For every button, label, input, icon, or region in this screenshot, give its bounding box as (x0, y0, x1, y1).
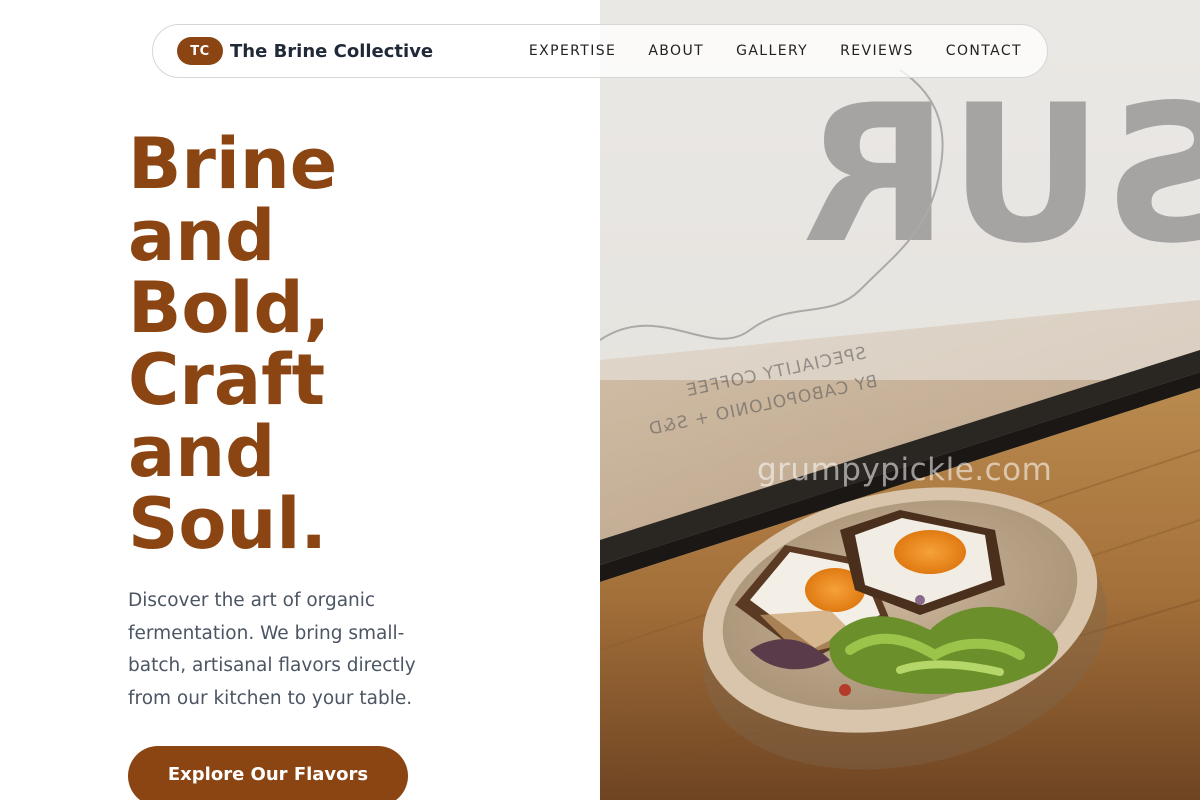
nav-link-about[interactable]: ABOUT (648, 43, 704, 59)
top-navbar: TC The Brine Collective EXPERTISE ABOUT … (152, 24, 1048, 78)
nav-link-reviews[interactable]: REVIEWS (840, 43, 914, 59)
brand-name: The Brine Collective (230, 40, 434, 62)
nav-links: EXPERTISE ABOUT GALLERY REVIEWS CONTACT (497, 43, 1022, 59)
hero-heading-line: Soul. (128, 483, 327, 565)
nav-link-contact[interactable]: CONTACT (946, 43, 1022, 59)
watermark-text: grumpypickle.com (757, 452, 1053, 488)
hero-heading-line: and (128, 411, 276, 493)
hero-heading-line: Bold, (128, 267, 331, 349)
nav-link-gallery[interactable]: GALLERY (736, 43, 808, 59)
hero-heading-line: and (128, 195, 276, 277)
svg-text:SUR: SUR (803, 64, 1200, 285)
hero-image: SUR SPECIALITY COFFEE BY CABOPOLONIO + S… (600, 0, 1200, 800)
hero-heading-line: Brine (128, 123, 338, 205)
hero-description: Discover the art of organic fermentation… (128, 590, 416, 709)
nav-link-expertise[interactable]: EXPERTISE (529, 43, 616, 59)
hero-heading: Brine and Bold, Craft and Soul. (128, 128, 588, 560)
brand-logo-link[interactable]: TC The Brine Collective (177, 37, 433, 65)
brand-initials-badge: TC (177, 37, 223, 65)
hero-heading-line: Craft (128, 339, 326, 421)
food-photo-illustration: SUR SPECIALITY COFFEE BY CABOPOLONIO + S… (600, 0, 1200, 800)
explore-flavors-button[interactable]: Explore Our Flavors (128, 746, 408, 800)
